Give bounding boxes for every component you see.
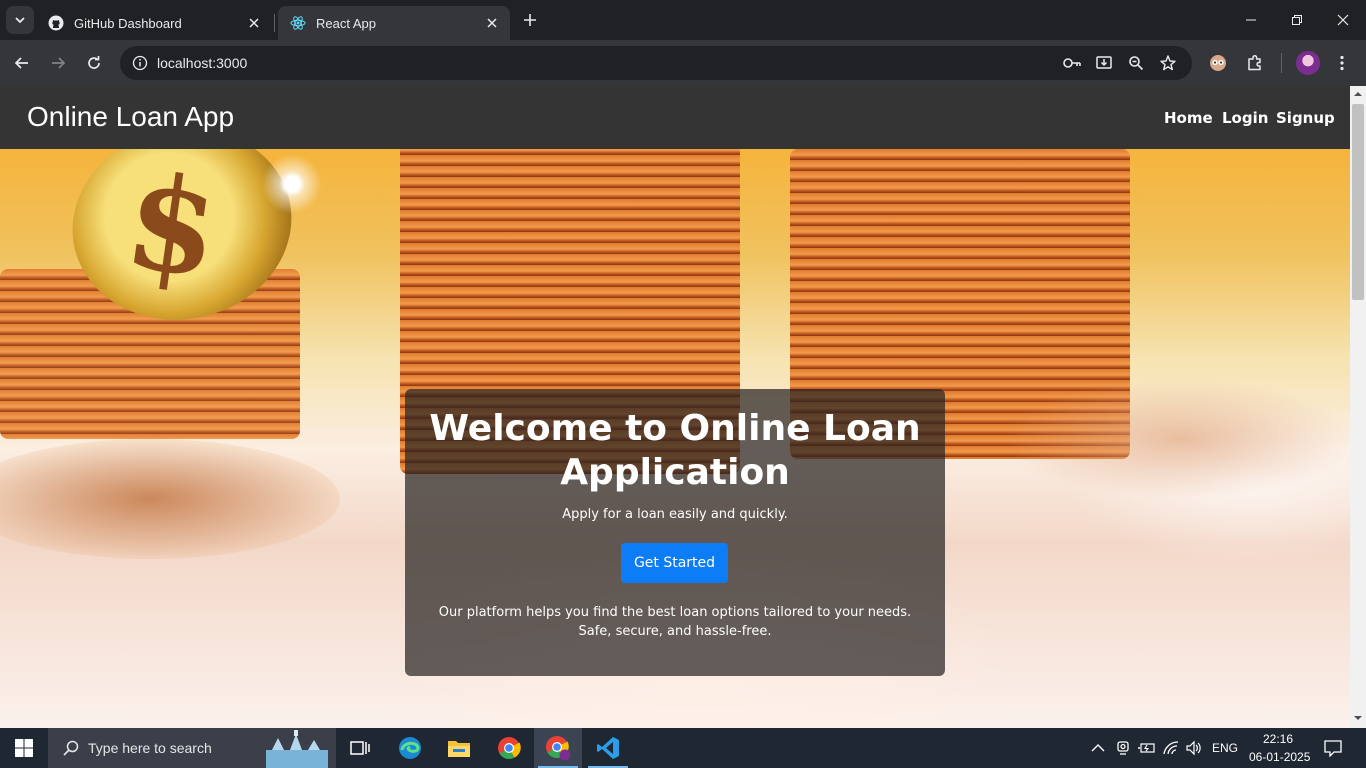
page-scrollbar[interactable] bbox=[1350, 86, 1366, 728]
profile-avatar[interactable] bbox=[1296, 51, 1320, 75]
vscode-button[interactable] bbox=[584, 728, 632, 768]
nav-signup-link[interactable]: Signup bbox=[1276, 109, 1335, 127]
close-tab-icon[interactable] bbox=[482, 13, 502, 33]
welcome-card: Welcome to Online Loan Application Apply… bbox=[405, 389, 945, 676]
start-button[interactable] bbox=[0, 728, 48, 768]
edge-icon bbox=[399, 737, 421, 759]
close-tab-icon[interactable] bbox=[244, 13, 264, 33]
speaker-icon bbox=[1186, 740, 1201, 756]
plus-icon bbox=[524, 14, 536, 26]
sparkle bbox=[262, 154, 322, 214]
arrow-right-icon bbox=[52, 57, 66, 69]
new-tab-button[interactable] bbox=[518, 8, 542, 32]
back-button[interactable] bbox=[8, 49, 36, 77]
minimize-icon bbox=[1246, 19, 1256, 21]
chevron-down-icon bbox=[15, 17, 25, 24]
chrome-profile-button[interactable] bbox=[534, 728, 582, 768]
url-text: localhost:3000 bbox=[157, 55, 248, 71]
browser-menu-button[interactable] bbox=[1328, 49, 1356, 77]
chrome-profile-icon bbox=[546, 736, 571, 761]
battery-status[interactable] bbox=[1137, 738, 1157, 758]
tab-title: React App bbox=[316, 15, 376, 31]
tab-strip: GitHub Dashboard React App bbox=[0, 0, 1366, 40]
scattered-coins-right bbox=[1000, 379, 1350, 499]
language-indicator[interactable]: ENG bbox=[1212, 741, 1238, 755]
file-explorer-icon bbox=[448, 741, 470, 757]
webcam-icon bbox=[1117, 741, 1129, 755]
chevron-up-icon bbox=[1091, 744, 1105, 752]
page-viewport: Online Loan App Home Login Signup $ Welc… bbox=[0, 86, 1350, 728]
github-icon bbox=[48, 15, 64, 31]
get-started-button[interactable]: Get Started bbox=[621, 543, 728, 583]
install-app-icon[interactable] bbox=[1092, 51, 1116, 75]
search-icon bbox=[63, 740, 79, 756]
volume-control[interactable] bbox=[1184, 738, 1204, 758]
brand-title[interactable]: Online Loan App bbox=[27, 101, 234, 133]
bookmark-star-icon[interactable] bbox=[1156, 51, 1180, 75]
tab-divider bbox=[274, 14, 275, 32]
task-view-button[interactable] bbox=[336, 728, 384, 768]
vscode-icon bbox=[597, 737, 619, 759]
zoom-icon[interactable] bbox=[1124, 51, 1148, 75]
edge-button[interactable] bbox=[386, 728, 434, 768]
windows-taskbar: Type here to search ENG 22:16 06-01-2025 bbox=[0, 728, 1366, 768]
hero-title: Welcome to Online Loan Application bbox=[429, 408, 921, 493]
react-icon bbox=[290, 15, 306, 31]
chrome-icon bbox=[498, 737, 521, 759]
kebab-menu-icon bbox=[1340, 55, 1344, 71]
search-placeholder: Type here to search bbox=[88, 740, 212, 756]
address-bar[interactable]: localhost:3000 bbox=[120, 46, 1192, 80]
meet-now-button[interactable] bbox=[1113, 738, 1133, 758]
arrow-left-icon bbox=[14, 57, 28, 69]
battery-charging-icon bbox=[1138, 743, 1155, 753]
task-view-icon bbox=[350, 741, 370, 755]
tab-github-dashboard[interactable]: GitHub Dashboard bbox=[36, 6, 272, 40]
minimize-button[interactable] bbox=[1228, 0, 1274, 40]
close-icon bbox=[1337, 14, 1349, 26]
browser-toolbar: localhost:3000 bbox=[0, 40, 1366, 86]
clock-date[interactable]: 06-01-2025 bbox=[1249, 750, 1310, 764]
restore-button[interactable] bbox=[1274, 0, 1320, 40]
notification-icon bbox=[1324, 740, 1342, 757]
action-center-button[interactable] bbox=[1323, 738, 1343, 758]
forward-button[interactable] bbox=[44, 49, 72, 77]
info-icon[interactable] bbox=[128, 51, 152, 75]
scrollbar-thumb[interactable] bbox=[1352, 104, 1364, 300]
file-explorer-button[interactable] bbox=[435, 728, 483, 768]
extensions-button[interactable] bbox=[1241, 49, 1269, 77]
taskbar-search[interactable]: Type here to search bbox=[48, 728, 336, 768]
hero-subtitle: Apply for a loan easily and quickly. bbox=[562, 507, 788, 522]
wifi-icon bbox=[1163, 741, 1179, 755]
clock-time[interactable]: 22:16 bbox=[1263, 732, 1293, 746]
hero-description: Our platform helps you find the best loa… bbox=[438, 605, 912, 639]
app-navbar: Online Loan App Home Login Signup bbox=[0, 86, 1350, 149]
tab-title: GitHub Dashboard bbox=[74, 15, 182, 31]
password-key-icon[interactable] bbox=[1060, 51, 1084, 75]
wifi-status[interactable] bbox=[1161, 738, 1181, 758]
extension-owl-button[interactable] bbox=[1204, 49, 1232, 77]
search-highlight-icon bbox=[266, 730, 328, 768]
scroll-up-arrow-icon[interactable] bbox=[1354, 90, 1362, 98]
toolbar-separator bbox=[1281, 53, 1282, 73]
nav-login-link[interactable]: Login bbox=[1222, 109, 1268, 127]
nav-home-link[interactable]: Home bbox=[1164, 109, 1213, 127]
reload-icon bbox=[88, 56, 100, 69]
scattered-coins-left bbox=[0, 439, 340, 559]
restore-icon bbox=[1292, 15, 1302, 25]
hero-section: $ Welcome to Online Loan Application App… bbox=[0, 149, 1350, 728]
scroll-down-arrow-icon[interactable] bbox=[1354, 714, 1362, 722]
owl-extension-icon bbox=[1210, 55, 1226, 71]
windows-logo-icon bbox=[15, 739, 33, 757]
close-window-button[interactable] bbox=[1320, 0, 1366, 40]
tab-react-app[interactable]: React App bbox=[278, 6, 510, 40]
reload-button[interactable] bbox=[80, 49, 108, 77]
tab-search-button[interactable] bbox=[6, 6, 34, 34]
chrome-button[interactable] bbox=[485, 728, 533, 768]
show-hidden-icons-button[interactable] bbox=[1088, 738, 1108, 758]
puzzle-icon bbox=[1248, 54, 1261, 71]
